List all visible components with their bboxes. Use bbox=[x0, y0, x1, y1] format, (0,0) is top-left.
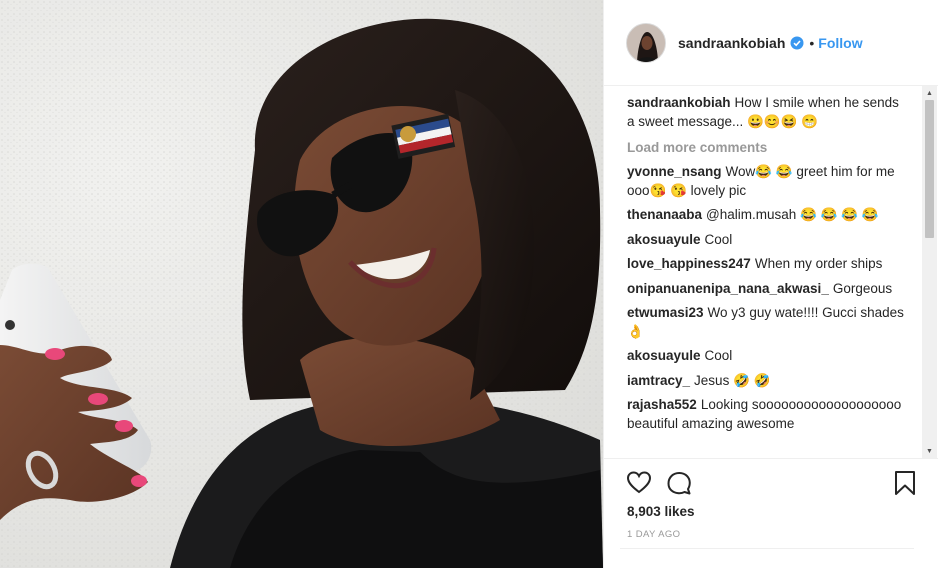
post-header: sandraankobiah • Follow bbox=[604, 0, 938, 86]
comment-text: When my order ships bbox=[754, 256, 883, 271]
comment-item: rajasha552 Looking sooooooooooooooooooo b… bbox=[627, 396, 907, 433]
comment-item: akosuayule Cool bbox=[627, 347, 907, 366]
comment-author[interactable]: akosuayule bbox=[627, 232, 701, 247]
comment-author[interactable]: thenanaaba bbox=[627, 207, 702, 222]
separator-dot: • bbox=[809, 34, 815, 51]
author-username[interactable]: sandraankobiah bbox=[678, 35, 785, 51]
comment-item: iamtracy_ Jesus 🤣 🤣 bbox=[627, 372, 907, 391]
comment-text: Cool bbox=[704, 348, 733, 363]
post-sidebar: sandraankobiah • Follow sandraankobiah Ho… bbox=[603, 0, 938, 568]
load-more-comments-button[interactable]: Load more comments bbox=[627, 140, 922, 155]
heart-icon[interactable] bbox=[626, 470, 652, 496]
comment-item: thenanaaba @halim.musah 😂 😂 😂 😂 bbox=[627, 206, 907, 225]
scroll-up-arrow-icon[interactable]: ▲ bbox=[922, 86, 937, 100]
comments-list[interactable]: sandraankobiah How I smile when he sends … bbox=[604, 86, 922, 458]
comment-text: Cool bbox=[704, 231, 733, 247]
caption: sandraankobiah How I smile when he sends … bbox=[627, 94, 907, 131]
comment-author[interactable]: iamtracy_ bbox=[627, 373, 690, 388]
comment-text: Jesus 🤣 🤣 bbox=[694, 372, 771, 388]
post-actions: 8,903 likes 1 DAY AGO bbox=[604, 458, 938, 568]
scroll-down-arrow-icon[interactable]: ▼ bbox=[922, 444, 937, 458]
post-timestamp[interactable]: 1 DAY AGO bbox=[627, 529, 680, 540]
likes-count[interactable]: 8,903 likes bbox=[627, 504, 695, 519]
comment-author[interactable]: rajasha552 bbox=[627, 397, 697, 412]
scrollbar-thumb[interactable] bbox=[925, 100, 934, 238]
divider bbox=[620, 548, 914, 549]
follow-button[interactable]: Follow bbox=[818, 35, 862, 51]
comment-item: onipanuanenipa_nana_akwasi_ Gorgeous bbox=[627, 280, 907, 299]
comment-item: love_happiness247 When my order ships bbox=[627, 255, 907, 274]
author-avatar[interactable] bbox=[626, 22, 666, 63]
comment-author[interactable]: etwumasi23 bbox=[627, 305, 704, 320]
comment-text: Gorgeous bbox=[832, 280, 893, 296]
verified-badge-icon bbox=[790, 36, 804, 50]
comment-item: akosuayule Cool bbox=[627, 231, 907, 250]
bookmark-icon[interactable] bbox=[892, 470, 918, 496]
comment-text: @halim.musah 😂 😂 😂 😂 bbox=[706, 207, 879, 222]
comments-scrollbar[interactable]: ▲ ▼ bbox=[922, 86, 937, 458]
avatar-image bbox=[627, 23, 665, 62]
comment-item: yvonne_nsang Wow😂 😂 greet him for me ooo😘… bbox=[627, 163, 907, 200]
post-photo bbox=[0, 0, 603, 568]
comment-icon[interactable] bbox=[666, 470, 692, 496]
comment-item: etwumasi23 Wo y3 guy wate!!!! Gucci shade… bbox=[627, 304, 907, 341]
comment-author[interactable]: onipanuanenipa_nana_akwasi_ bbox=[627, 281, 829, 296]
comment-author[interactable]: akosuayule bbox=[627, 348, 701, 363]
comment-author[interactable]: love_happiness247 bbox=[627, 256, 751, 271]
caption-author[interactable]: sandraankobiah bbox=[627, 95, 731, 110]
comment-author[interactable]: yvonne_nsang bbox=[627, 164, 722, 179]
post-image bbox=[0, 0, 603, 568]
